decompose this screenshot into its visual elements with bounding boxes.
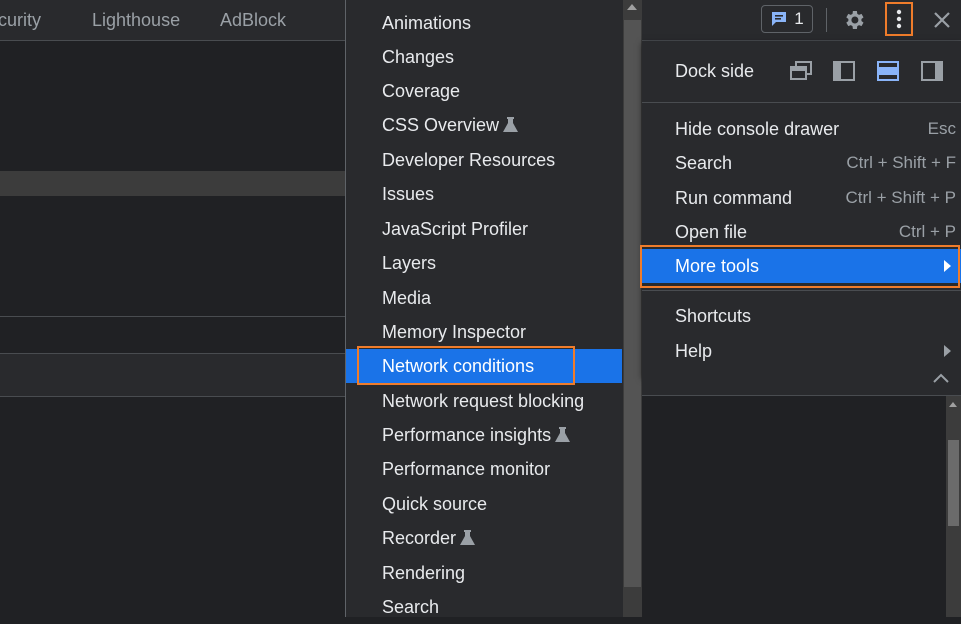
highlight-outline (640, 245, 960, 288)
menu-item-help[interactable]: Help (642, 334, 961, 368)
submenu-item-developer-resources[interactable]: Developer Resources (346, 143, 622, 177)
shortcut-hint: Ctrl + Shift + P (845, 188, 956, 207)
shortcut-hint: Esc (927, 119, 956, 138)
submenu-item-performance-insights[interactable]: Performance insights (346, 418, 622, 452)
scroll-up-arrow-icon[interactable] (949, 402, 957, 407)
submenu-item-animations[interactable]: Animations (346, 6, 622, 40)
tab-adblock[interactable]: AdBlock (220, 10, 286, 31)
scrollbar-thumb[interactable] (624, 20, 641, 587)
submenu-item-media[interactable]: Media (346, 281, 622, 315)
menu-item-search[interactable]: Search Ctrl + Shift + F (642, 146, 961, 180)
drawer-header-background (0, 353, 345, 397)
menu-item-open-file[interactable]: Open file Ctrl + P (642, 215, 961, 249)
drawer-pane (642, 373, 961, 617)
panel-tab-bar: curity Lighthouse AdBlock (0, 0, 345, 41)
dock-side-label: Dock side (675, 61, 755, 81)
menu-item-hide-console-drawer[interactable]: Hide console drawer Esc (642, 112, 961, 146)
submenu-item-css-overview[interactable]: CSS Overview (346, 108, 622, 142)
submenu-item-issues[interactable]: Issues (346, 177, 622, 211)
submenu-item-recorder[interactable]: Recorder (346, 521, 622, 555)
submenu-item-quick-source[interactable]: Quick source (346, 487, 622, 521)
tab-lighthouse[interactable]: Lighthouse (92, 10, 180, 31)
issues-counter-button[interactable]: 1 (761, 5, 813, 33)
issues-count: 1 (794, 9, 804, 28)
devtools-toolbar: 1 (642, 0, 961, 41)
submenu-item-memory-inspector[interactable]: Memory Inspector (346, 315, 622, 349)
submenu-item-rendering[interactable]: Rendering (346, 556, 622, 590)
customize-devtools-menu: Dock side Hide console drawer Esc Search… (642, 41, 961, 377)
submenu-scrollbar[interactable] (623, 0, 642, 617)
highlight-outline (357, 346, 575, 385)
issues-icon (772, 12, 787, 26)
menu-separator (642, 290, 961, 291)
submenu-arrow-icon (944, 345, 951, 357)
close-icon[interactable] (928, 5, 956, 35)
toolbar-separator (826, 8, 827, 32)
tab-security[interactable]: curity (0, 10, 41, 31)
divider (0, 316, 345, 317)
undock-icon[interactable] (789, 59, 813, 83)
submenu-item-performance-monitor[interactable]: Performance monitor (346, 452, 622, 486)
gear-icon[interactable] (840, 5, 868, 35)
menu-separator (642, 102, 961, 103)
scrollbar-thumb[interactable] (948, 440, 959, 526)
experimental-flask-icon (555, 427, 571, 442)
submenu-item-network-request-blocking[interactable]: Network request blocking (346, 384, 622, 418)
dock-left-icon[interactable] (832, 59, 856, 83)
dock-bottom-icon[interactable] (876, 59, 900, 83)
menu-item-run-command[interactable]: Run command Ctrl + Shift + P (642, 181, 961, 215)
drawer-scrollbar[interactable] (946, 396, 961, 617)
kebab-menu-icon[interactable] (885, 2, 913, 36)
shortcut-hint: Ctrl + Shift + F (846, 153, 956, 172)
shortcut-hint: Ctrl + P (898, 222, 956, 241)
dock-right-icon[interactable] (920, 59, 944, 83)
submenu-item-changes[interactable]: Changes (346, 40, 622, 74)
submenu-item-javascript-profiler[interactable]: JavaScript Profiler (346, 212, 622, 246)
more-tools-submenu: Animations Changes Coverage CSS Overview… (345, 0, 642, 617)
experimental-flask-icon (503, 117, 519, 132)
menu-item-shortcuts[interactable]: Shortcuts (642, 299, 961, 333)
submenu-item-layers[interactable]: Layers (346, 246, 622, 280)
scroll-up-arrow-icon[interactable] (627, 4, 637, 10)
submenu-item-coverage[interactable]: Coverage (346, 74, 622, 108)
chevron-up-icon[interactable] (932, 371, 950, 385)
submenu-item-search[interactable]: Search (346, 590, 622, 624)
drawer-toolbar (642, 377, 961, 396)
selected-row-background (0, 171, 345, 196)
experimental-flask-icon (460, 530, 476, 545)
